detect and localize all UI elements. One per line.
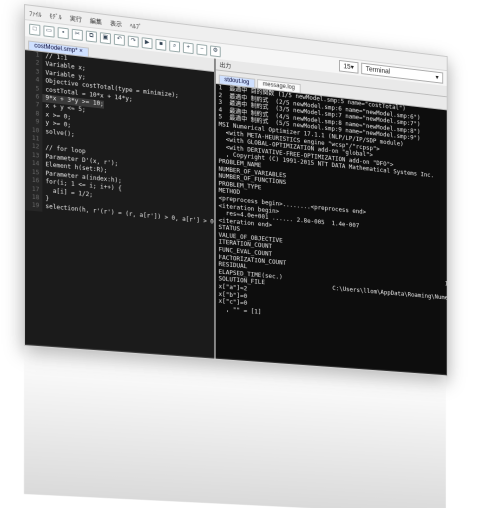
- menu-item[interactable]: 表示: [110, 18, 122, 28]
- line-number: 19: [25, 201, 43, 212]
- chevron-down-icon: ▾: [435, 74, 439, 82]
- run-icon[interactable]: ▶: [141, 36, 153, 49]
- output-title: 出力: [219, 63, 232, 71]
- redo-icon[interactable]: ↷: [127, 34, 139, 48]
- menu-item[interactable]: ﾍﾙﾌﾟ: [130, 20, 142, 30]
- output-target-value: Terminal: [365, 65, 391, 76]
- zoom-value: 15: [343, 62, 351, 71]
- zoom-out-icon[interactable]: −: [196, 43, 208, 56]
- copy-icon[interactable]: ⧉: [85, 29, 97, 43]
- undo-icon[interactable]: ↶: [113, 33, 125, 46]
- stop-icon[interactable]: ■: [155, 38, 167, 51]
- cut-icon[interactable]: ✂: [71, 28, 83, 41]
- stdout-log[interactable]: 1 最適中 目的関数 (1/5 newModel.smp:5 name="cos…: [216, 84, 448, 376]
- menu-item[interactable]: 編集: [90, 16, 102, 26]
- chevron-down-icon: ▾: [350, 64, 354, 72]
- screenshot-stage: ﾌｧｲﾙ ﾓﾃﾞﾙ 実行 編集 表示 ﾍﾙﾌﾟ □ ▭ ▪ ✂ ⧉ ▣ ↶ ↷ …: [0, 0, 484, 508]
- menu-item[interactable]: 実行: [70, 13, 82, 23]
- open-folder-icon[interactable]: ▭: [43, 24, 55, 38]
- search-icon[interactable]: ⌕: [169, 39, 180, 53]
- menu-item[interactable]: ﾌｧｲﾙ: [29, 8, 41, 18]
- menu-item[interactable]: ﾓﾃﾞﾙ: [50, 11, 62, 21]
- settings-icon[interactable]: ⚙: [210, 44, 221, 57]
- new-file-icon[interactable]: □: [29, 23, 41, 36]
- output-pane: 出力 stdout.log message.log 1 最適中 目的関数 (1/…: [215, 58, 448, 377]
- editor-panes: costModel.smp* × 1// 1:1 2 Variable x; 3 Var…: [25, 36, 448, 377]
- zoom-in-icon[interactable]: +: [182, 41, 194, 54]
- code-area[interactable]: 1// 1:1 2 Variable x; 3 Variable y; 4 Objectiv…: [25, 50, 214, 358]
- code-editor-pane: costModel.smp* × 1// 1:1 2 Variable x; 3 Var…: [25, 36, 216, 359]
- save-icon[interactable]: ▪: [57, 26, 69, 39]
- zoom-select[interactable]: 15 ▾: [338, 59, 359, 74]
- app-window: ﾌｧｲﾙ ﾓﾃﾞﾙ 実行 編集 表示 ﾍﾙﾌﾟ □ ▭ ▪ ✂ ⧉ ▣ ↶ ↷ …: [24, 4, 448, 377]
- paste-icon[interactable]: ▣: [99, 31, 111, 44]
